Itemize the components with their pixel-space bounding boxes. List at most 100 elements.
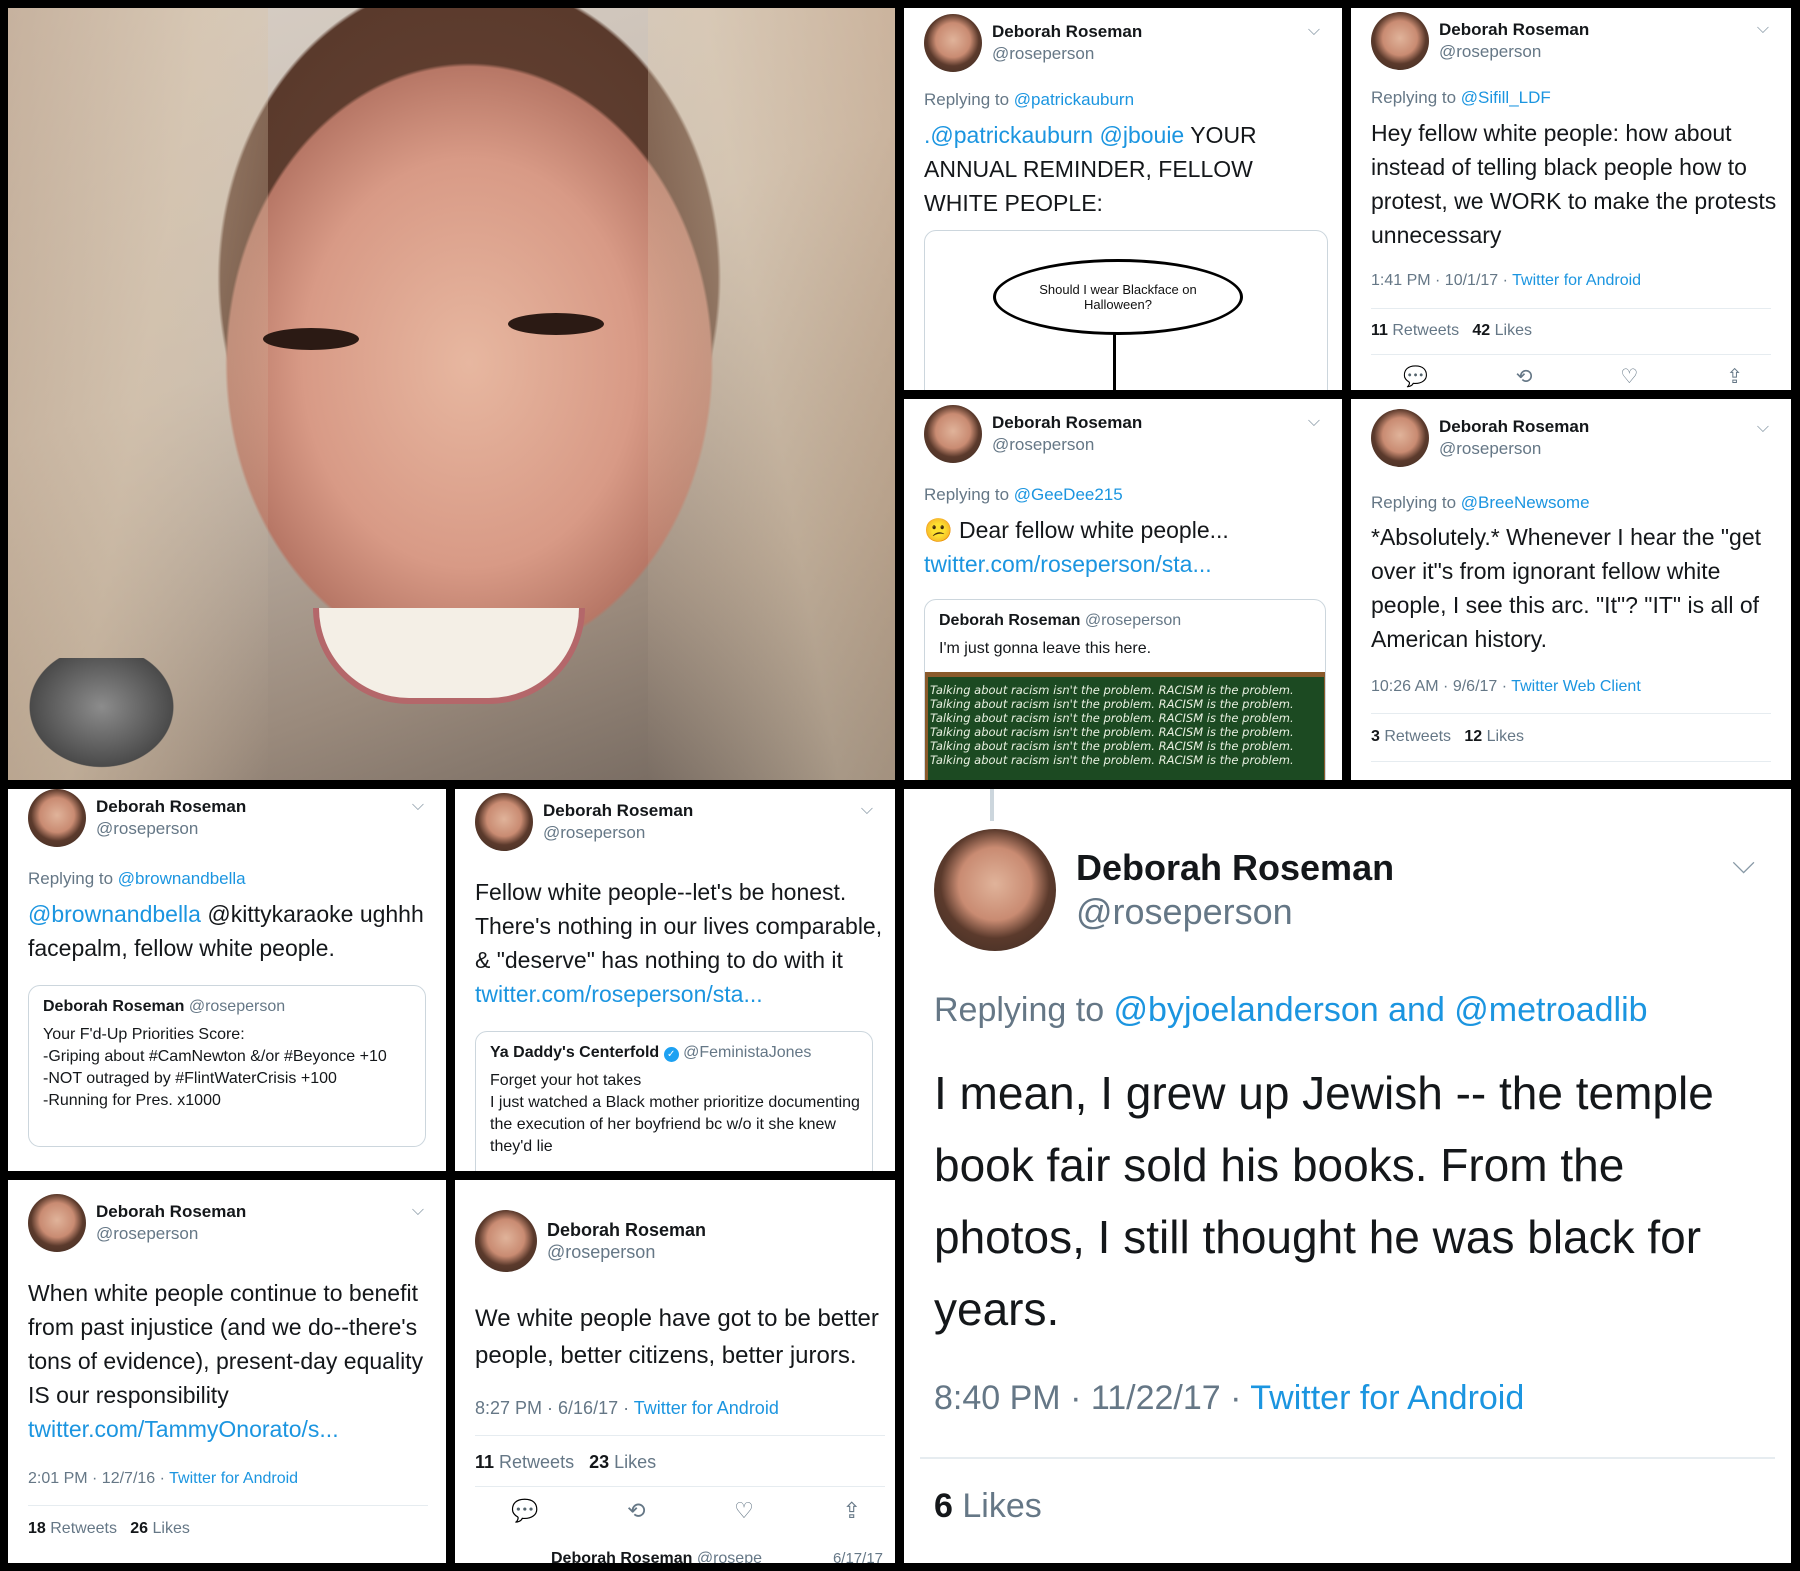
avatar[interactable] [1371, 409, 1429, 467]
client-link[interactable]: Twitter Web Client [1511, 678, 1641, 695]
reply-prefix: Replying to [28, 869, 118, 888]
timestamp[interactable]: 10:26 AM · 9/6/17 · [1371, 678, 1511, 695]
avatar[interactable] [475, 793, 533, 851]
quoted-tweet[interactable]: Ya Daddy's Centerfold ✓ @FeministaJones … [475, 1031, 873, 1171]
chevron-down-icon[interactable]: ⌵ [861, 801, 873, 819]
chevron-down-icon[interactable]: ⌵ [1757, 419, 1769, 437]
chevron-down-icon[interactable]: ⌵ [412, 1202, 424, 1220]
author-name[interactable]: Deborah Roseman [96, 796, 246, 818]
retweet-count[interactable]: 11 [475, 1452, 494, 1472]
quoted-handle: @roseperson [188, 998, 286, 1015]
timestamp[interactable]: 8:27 PM · 6/16/17 · [475, 1398, 634, 1418]
next-tweet-date: 6/17/17 [832, 1550, 883, 1563]
replying-to: Replying to @BreeNewsome [1371, 493, 1590, 513]
timestamp[interactable]: 8:40 PM · 11/22/17 · [934, 1379, 1250, 1417]
quoted-text: I'm just gonna leave this here. [939, 640, 1152, 657]
reply-icon[interactable]: 💬 [1403, 364, 1428, 389]
retweet-icon[interactable]: ⟲ [1516, 364, 1533, 389]
author-name[interactable]: Deborah Roseman [1439, 416, 1589, 438]
retweet-count[interactable]: 18 [28, 1520, 46, 1537]
author-handle[interactable]: @roseperson [1076, 890, 1394, 934]
tweet-timestamp: 8:27 PM · 6/16/17 · Twitter for Android [475, 1398, 779, 1419]
retweet-icon[interactable]: ⟲ [627, 1498, 645, 1524]
reply-mention-link[interactable]: @byjoelanderson and @metroadlib [1114, 991, 1648, 1029]
next-author-name: Deborah Roseman [551, 1550, 693, 1563]
author-handle[interactable]: @roseperson [543, 822, 693, 844]
avatar[interactable] [28, 1194, 86, 1252]
chevron-down-icon[interactable]: ⌵ [1732, 847, 1755, 881]
timestamp[interactable]: 2:01 PM · 12/7/16 · [28, 1470, 169, 1487]
avatar[interactable] [28, 789, 86, 847]
tweet-link[interactable]: twitter.com/roseperson/sta... [475, 977, 885, 1011]
reply-mention-link[interactable]: @brownandbella [118, 869, 246, 888]
like-count[interactable]: 42 [1472, 322, 1490, 339]
quoted-handle: @roseperson [1084, 612, 1182, 629]
timestamp[interactable]: 1:41 PM · 10/1/17 · [1371, 272, 1512, 289]
avatar[interactable] [924, 405, 982, 463]
quoted-author: Deborah Roseman @roseperson [939, 612, 1181, 630]
chevron-down-icon[interactable]: ⌵ [1308, 22, 1320, 40]
reply-mention-link[interactable]: @patrickauburn [1014, 90, 1134, 109]
author-handle[interactable]: @roseperson [992, 43, 1142, 65]
reply-mention-link[interactable]: @Sifill_LDF [1461, 88, 1551, 107]
retweet-count[interactable]: 3 [1371, 728, 1380, 745]
quoted-handle: @FeministaJones [683, 1044, 812, 1061]
author-name[interactable]: Deborah Roseman [1439, 19, 1589, 41]
like-count[interactable]: 6 [934, 1487, 953, 1525]
like-count[interactable]: 26 [130, 1520, 148, 1537]
author-name[interactable]: Deborah Roseman [96, 1201, 246, 1223]
tweet-link[interactable]: twitter.com/roseperson/sta... [924, 547, 1324, 581]
author-name[interactable]: Deborah Roseman [992, 21, 1142, 43]
tweet-link[interactable]: twitter.com/TammyOnorato/s... [28, 1416, 339, 1442]
reply-prefix: Replying to [924, 485, 1014, 504]
attached-flowchart-image[interactable]: Should I wear Blackface on Halloween? [924, 230, 1328, 390]
mention-links[interactable]: .@patrickauburn @jbouie [924, 122, 1184, 148]
heart-icon[interactable]: ♡ [734, 1498, 754, 1524]
author-handle[interactable]: @roseperson [992, 434, 1142, 456]
tweet-text: Fellow white people--let's be honest. Th… [475, 875, 885, 1011]
client-link[interactable]: Twitter for Android [169, 1470, 298, 1487]
chevron-down-icon[interactable]: ⌵ [412, 797, 424, 815]
chevron-down-icon[interactable]: ⌵ [1308, 413, 1320, 431]
tweet-panel-6: Deborah Roseman @roseperson ⌵ Fellow whi… [455, 789, 895, 1171]
divider [1371, 308, 1771, 309]
retweet-count[interactable]: 11 [1371, 322, 1388, 339]
avatar[interactable] [934, 829, 1056, 951]
tweet-panel-5: Deborah Roseman @roseperson ⌵ Replying t… [8, 789, 446, 1171]
next-tweet-peek[interactable]: Deborah Roseman @rosepe [551, 1550, 762, 1563]
quoted-tweet[interactable]: Deborah Roseman @roseperson Your F'd-Up … [28, 985, 426, 1147]
avatar[interactable] [924, 14, 982, 72]
author-name[interactable]: Deborah Roseman [543, 800, 693, 822]
retweets-label: Retweets [1387, 322, 1460, 339]
retweets-label: Retweets [494, 1452, 575, 1472]
mention-link[interactable]: @brownandbella [28, 901, 201, 927]
client-link[interactable]: Twitter for Android [634, 1398, 779, 1418]
likes-label: Likes [1482, 728, 1524, 745]
avatar[interactable] [1371, 12, 1429, 70]
author-name[interactable]: Deborah Roseman [992, 412, 1142, 434]
chevron-down-icon[interactable]: ⌵ [1757, 20, 1769, 38]
client-link[interactable]: Twitter for Android [1250, 1379, 1524, 1417]
client-link[interactable]: Twitter for Android [1512, 272, 1641, 289]
author-handle[interactable]: @roseperson [96, 1223, 246, 1245]
heart-icon[interactable]: ♡ [1620, 364, 1638, 389]
retweets-label: Retweets [45, 1520, 117, 1537]
like-count[interactable]: 12 [1464, 728, 1482, 745]
like-count[interactable]: 23 [589, 1452, 609, 1472]
reply-mention-link[interactable]: @GeeDee215 [1014, 485, 1123, 504]
tweet-body: I mean, I grew up Jewish -- the temple b… [934, 1067, 1714, 1335]
author-name[interactable]: Deborah Roseman [1076, 846, 1394, 890]
tweet-body: When white people continue to benefit fr… [28, 1280, 424, 1408]
author-handle[interactable]: @roseperson [96, 818, 246, 840]
quoted-tweet[interactable]: Deborah Roseman @roseperson I'm just gon… [924, 599, 1326, 780]
author-name[interactable]: Deborah Roseman [547, 1219, 706, 1241]
replying-to: Replying to @GeeDee215 [924, 485, 1123, 505]
author-handle[interactable]: @roseperson [1439, 438, 1589, 460]
reply-mention-link[interactable]: @BreeNewsome [1461, 493, 1590, 512]
avatar[interactable] [475, 1210, 537, 1272]
share-icon[interactable]: ⇪ [843, 1498, 861, 1524]
share-icon[interactable]: ⇪ [1726, 364, 1743, 389]
reply-icon[interactable]: 💬 [511, 1498, 538, 1524]
author-handle[interactable]: @roseperson [547, 1241, 706, 1263]
author-handle[interactable]: @roseperson [1439, 41, 1589, 63]
